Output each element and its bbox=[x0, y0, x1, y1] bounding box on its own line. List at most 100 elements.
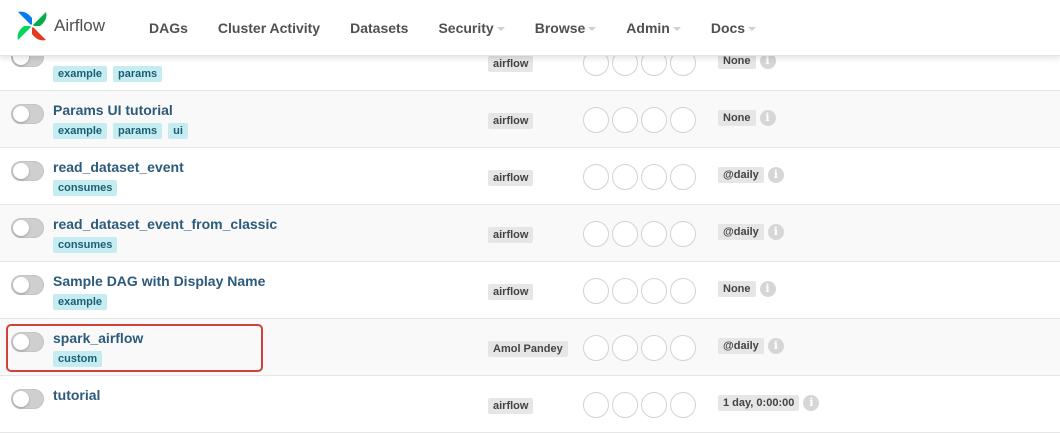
run-status-circles bbox=[583, 164, 696, 190]
dag-tag[interactable]: custom bbox=[53, 351, 103, 367]
dag-tags: custom bbox=[53, 351, 103, 367]
dag-tag[interactable]: example bbox=[53, 123, 108, 139]
dag-name-link[interactable]: read_dataset_event_from_classic bbox=[53, 216, 277, 232]
schedule-cell: @daily i bbox=[718, 167, 784, 183]
dag-name-link[interactable]: spark_airflow bbox=[53, 330, 143, 346]
dag-tag[interactable]: consumes bbox=[53, 237, 118, 253]
dag-tag[interactable]: example bbox=[53, 294, 108, 310]
info-icon[interactable]: i bbox=[767, 224, 784, 240]
dag-name-link[interactable]: Sample DAG with Display Name bbox=[53, 273, 265, 289]
run-status-circle[interactable] bbox=[641, 164, 667, 190]
run-status-circles bbox=[583, 392, 696, 418]
run-status-circle[interactable] bbox=[670, 392, 696, 418]
schedule-cell: 1 day, 0:00:00 i bbox=[718, 395, 820, 411]
dag-tag[interactable]: consumes bbox=[53, 180, 118, 196]
chevron-down-icon bbox=[496, 27, 505, 31]
chevron-down-icon bbox=[748, 27, 757, 31]
info-icon[interactable]: i bbox=[767, 167, 784, 183]
dag-pause-toggle[interactable] bbox=[11, 161, 44, 181]
run-status-circle[interactable] bbox=[583, 392, 609, 418]
dag-row: spark_airflow custom Amol Pandey @daily i bbox=[0, 319, 1060, 376]
owner-badge: airflow bbox=[488, 56, 534, 72]
owner-badge: airflow bbox=[488, 398, 534, 414]
schedule-cell: None i bbox=[718, 281, 776, 297]
schedule-badge: None bbox=[718, 281, 756, 297]
info-icon[interactable]: i bbox=[759, 281, 776, 297]
nav-menu: DAGs Cluster Activity Datasets Security Brow… bbox=[134, 0, 771, 56]
schedule-badge: @daily bbox=[718, 224, 764, 240]
run-status-circle[interactable] bbox=[670, 221, 696, 247]
nav-item-cluster-activity[interactable]: Cluster Activity bbox=[203, 0, 335, 56]
run-status-circle[interactable] bbox=[670, 164, 696, 190]
dag-name-link[interactable]: Params UI tutorial bbox=[53, 102, 173, 118]
schedule-badge: 1 day, 0:00:00 bbox=[718, 395, 800, 411]
owner-badge: airflow bbox=[488, 227, 534, 243]
run-status-circle[interactable] bbox=[583, 107, 609, 133]
run-status-circle[interactable] bbox=[641, 335, 667, 361]
nav-item-datasets[interactable]: Datasets bbox=[335, 0, 423, 56]
toggle-knob bbox=[13, 106, 29, 122]
nav-item-label: Security bbox=[438, 20, 494, 36]
run-status-circle[interactable] bbox=[641, 221, 667, 247]
dag-tags: example bbox=[53, 294, 108, 310]
dag-pause-toggle[interactable] bbox=[11, 104, 44, 124]
run-status-circle[interactable] bbox=[641, 107, 667, 133]
dag-name-link[interactable]: tutorial bbox=[53, 387, 100, 403]
run-status-circle[interactable] bbox=[583, 278, 609, 304]
schedule-badge: @daily bbox=[718, 167, 764, 183]
dag-name-link[interactable]: read_dataset_event bbox=[53, 159, 184, 175]
run-status-circle[interactable] bbox=[612, 107, 638, 133]
nav-item-browse[interactable]: Browse bbox=[520, 0, 612, 56]
dag-row: tutorial airflow 1 day, 0:00:00 i bbox=[0, 376, 1060, 433]
run-status-circle[interactable] bbox=[670, 335, 696, 361]
toggle-knob bbox=[13, 277, 29, 293]
dag-pause-toggle[interactable] bbox=[11, 389, 44, 409]
run-status-circle[interactable] bbox=[583, 221, 609, 247]
info-icon[interactable]: i bbox=[803, 395, 820, 411]
run-status-circle[interactable] bbox=[670, 278, 696, 304]
run-status-circle[interactable] bbox=[583, 335, 609, 361]
nav-item-security[interactable]: Security bbox=[423, 0, 519, 56]
run-status-circle[interactable] bbox=[583, 164, 609, 190]
dag-tag[interactable]: ui bbox=[168, 123, 188, 139]
dag-row: Params UI tutorial example params ui airflow… bbox=[0, 91, 1060, 148]
dag-tag[interactable]: example bbox=[53, 66, 108, 82]
dag-tag[interactable]: params bbox=[113, 66, 163, 82]
nav-item-label: Datasets bbox=[350, 20, 409, 36]
run-status-circle[interactable] bbox=[612, 164, 638, 190]
run-status-circles bbox=[583, 107, 696, 133]
dag-pause-toggle[interactable] bbox=[11, 332, 44, 352]
schedule-cell: @daily i bbox=[718, 338, 784, 354]
nav-item-label: Browse bbox=[534, 20, 586, 36]
brand-logo[interactable]: Airflow bbox=[14, 8, 105, 44]
toggle-knob bbox=[13, 391, 29, 407]
schedule-cell: @daily i bbox=[718, 224, 784, 240]
nav-item-dags[interactable]: DAGs bbox=[134, 0, 203, 56]
run-status-circle[interactable] bbox=[641, 392, 667, 418]
dag-row: Sample DAG with Display Name example airfl… bbox=[0, 262, 1060, 319]
run-status-circle[interactable] bbox=[612, 335, 638, 361]
run-status-circle[interactable] bbox=[612, 221, 638, 247]
nav-item-label: Docs bbox=[710, 20, 746, 36]
airflow-pinwheel-icon bbox=[17, 11, 47, 41]
run-status-circles bbox=[583, 278, 696, 304]
info-icon[interactable]: i bbox=[759, 110, 776, 126]
dag-pause-toggle[interactable] bbox=[11, 275, 44, 295]
dag-row: read_dataset_event consumes airflow @daily i bbox=[0, 148, 1060, 205]
schedule-cell: None i bbox=[718, 110, 776, 126]
run-status-circle[interactable] bbox=[612, 392, 638, 418]
nav-item-label: Admin bbox=[626, 20, 670, 36]
nav-item-docs[interactable]: Docs bbox=[696, 0, 771, 56]
nav-item-admin[interactable]: Admin bbox=[611, 0, 696, 56]
schedule-badge: None bbox=[718, 110, 756, 126]
run-status-circle[interactable] bbox=[641, 278, 667, 304]
dag-pause-toggle[interactable] bbox=[11, 218, 44, 238]
dag-tags: consumes bbox=[53, 237, 118, 253]
info-icon[interactable]: i bbox=[767, 338, 784, 354]
run-status-circle[interactable] bbox=[670, 107, 696, 133]
owner-badge: airflow bbox=[488, 113, 534, 129]
run-status-circle[interactable] bbox=[612, 278, 638, 304]
dag-tag[interactable]: params bbox=[113, 123, 163, 139]
top-navbar: Airflow DAGs Cluster Activity Datasets Secu… bbox=[0, 0, 1060, 56]
run-status-circles bbox=[583, 221, 696, 247]
